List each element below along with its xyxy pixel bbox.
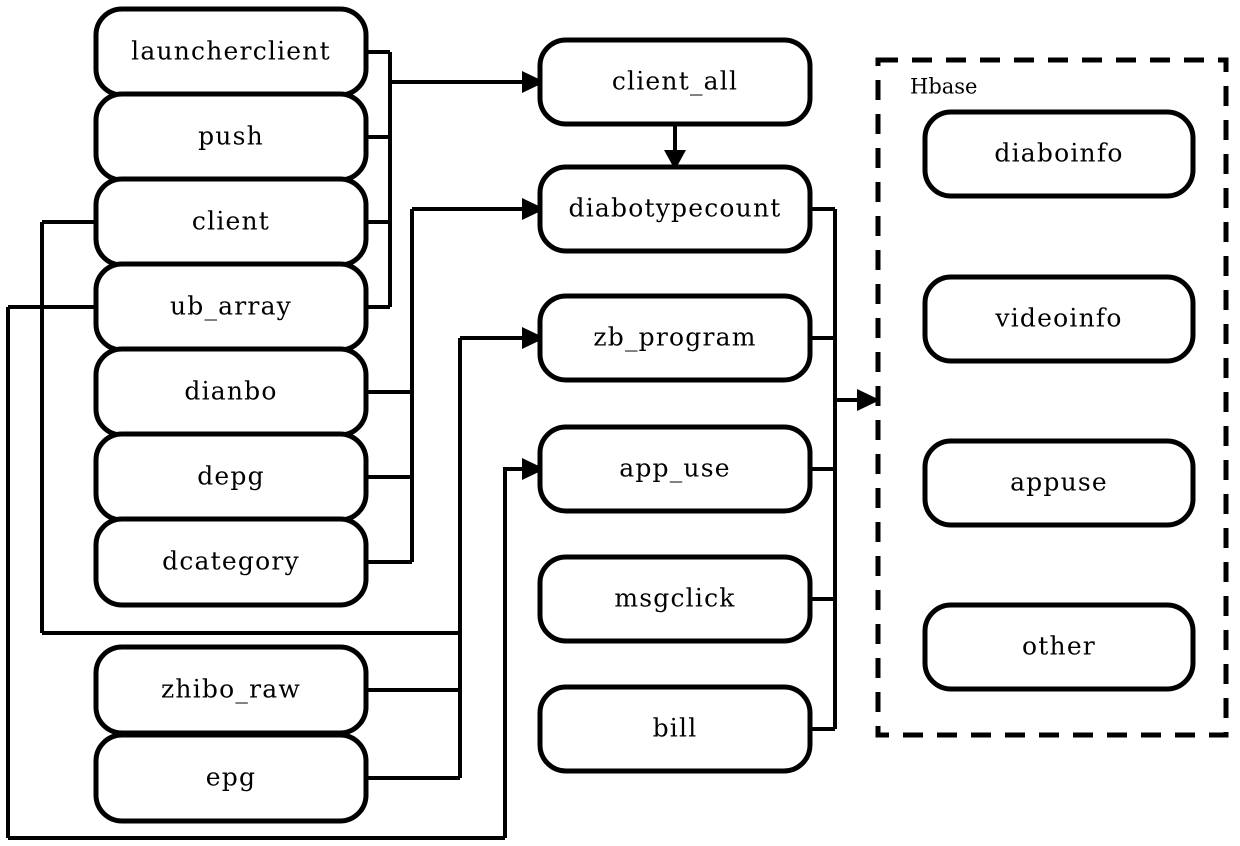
- node-dianbo[interactable]: dianbo: [93, 346, 369, 438]
- node-label: client: [192, 207, 270, 236]
- node-label: other: [1022, 632, 1096, 661]
- node-label: appuse: [1010, 468, 1108, 497]
- node-client[interactable]: client: [93, 176, 369, 268]
- node-launcherclient[interactable]: launcherclient: [93, 6, 369, 98]
- node-label: dcategory: [162, 547, 300, 576]
- node-label: zb_program: [593, 323, 756, 352]
- node-label: msgclick: [614, 584, 735, 613]
- node-label: ub_array: [170, 292, 292, 321]
- hbase-group-label: Hbase: [910, 75, 977, 99]
- node-bill[interactable]: bill: [537, 684, 813, 774]
- source-group-a: launcherclient push client ub_array dian…: [93, 6, 369, 608]
- node-ub_array[interactable]: ub_array: [93, 261, 369, 353]
- node-app_use[interactable]: app_use: [537, 424, 813, 514]
- hbase-table-diaboinfo[interactable]: diaboinfo: [922, 109, 1196, 199]
- node-label: depg: [197, 462, 265, 491]
- hbase-group: Hbase diaboinfo videoinfo appuse other: [875, 57, 1229, 738]
- node-label: client_all: [612, 67, 738, 96]
- source-group-b: zhibo_raw epg: [93, 644, 369, 824]
- node-label: videoinfo: [994, 304, 1122, 333]
- node-label: app_use: [619, 454, 731, 483]
- hbase-table-other[interactable]: other: [922, 602, 1196, 692]
- node-label: diabotypecount: [568, 194, 781, 223]
- hbase-table-videoinfo[interactable]: videoinfo: [922, 274, 1196, 364]
- node-zb_program[interactable]: zb_program: [537, 293, 813, 383]
- node-client_all[interactable]: client_all: [537, 37, 813, 127]
- node-label: dianbo: [184, 377, 277, 406]
- node-label: zhibo_raw: [161, 675, 301, 704]
- node-msgclick[interactable]: msgclick: [537, 554, 813, 644]
- node-depg[interactable]: depg: [93, 431, 369, 523]
- node-push[interactable]: push: [93, 91, 369, 183]
- node-diabotypecount[interactable]: diabotypecount: [537, 164, 813, 254]
- node-zhibo_raw[interactable]: zhibo_raw: [93, 644, 369, 736]
- node-label: epg: [206, 763, 256, 792]
- node-label: diaboinfo: [994, 139, 1123, 168]
- node-label: bill: [653, 714, 698, 743]
- node-label: launcherclient: [131, 37, 331, 66]
- hbase-table-appuse[interactable]: appuse: [922, 438, 1196, 528]
- node-dcategory[interactable]: dcategory: [93, 516, 369, 608]
- bus-d-path: [503, 467, 525, 838]
- pipeline-diagram: Hbase diaboinfo videoinfo appuse other l…: [6, 6, 1229, 840]
- node-label: push: [198, 122, 264, 151]
- node-epg[interactable]: epg: [93, 732, 369, 824]
